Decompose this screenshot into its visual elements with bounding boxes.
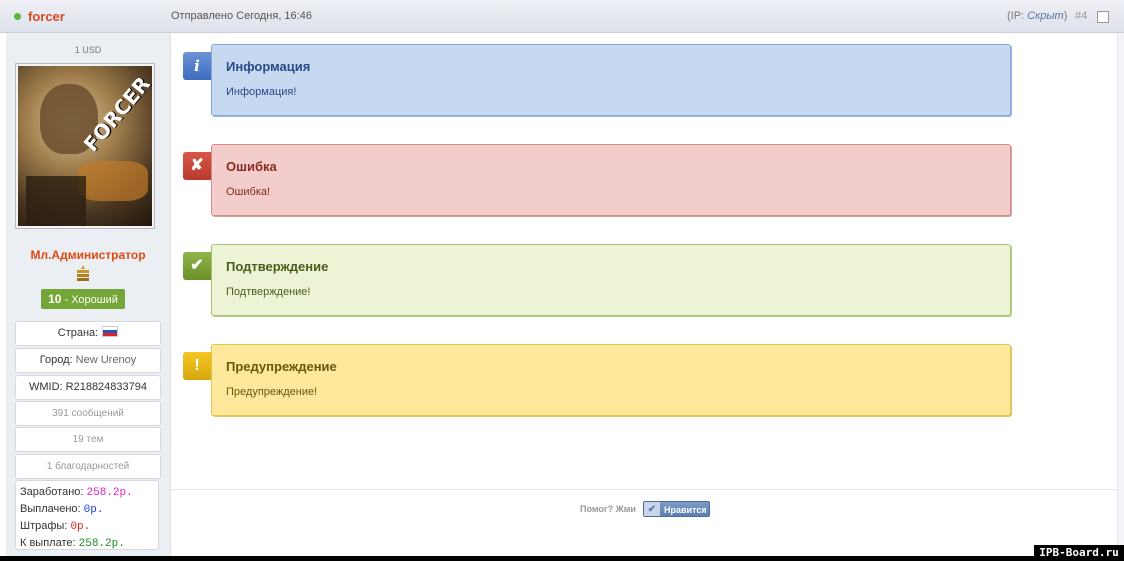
fines-label: Штрафы: bbox=[20, 520, 68, 532]
ip-value: Скрыт bbox=[1027, 10, 1064, 22]
fines-value: 0р. bbox=[70, 521, 91, 533]
info-alert-text: Информация! bbox=[226, 86, 297, 98]
warning-icon: ! bbox=[183, 352, 211, 380]
reputation-label: - Хороший bbox=[61, 294, 118, 306]
avatar-shape bbox=[26, 176, 86, 226]
money-box: Заработано: 258.2р. Выплачено: 0р. Штраф… bbox=[15, 480, 159, 550]
bottom-bar bbox=[0, 556, 1124, 561]
reputation-value: 10 bbox=[48, 292, 62, 306]
warning-alert: Предупреждение Предупреждение! bbox=[211, 344, 1011, 416]
confirmation-alert-title: Подтверждение bbox=[226, 259, 329, 274]
warning-alert-title: Предупреждение bbox=[226, 359, 337, 374]
error-alert: Ошибка Ошибка! bbox=[211, 144, 1011, 216]
city-label: Город: bbox=[39, 354, 73, 366]
info-alert: Информация Информация! bbox=[211, 44, 1011, 116]
like-check-icon: ✔ bbox=[644, 502, 660, 516]
checkmark-icon: ✔ bbox=[183, 252, 211, 280]
ip-suffix: ) bbox=[1063, 10, 1068, 22]
avatar-shape bbox=[78, 161, 148, 201]
author-sidebar: 1 USD FORCER Мл.Администратор 10 - Хорош… bbox=[6, 33, 171, 556]
post-divider bbox=[171, 489, 1117, 490]
ip-prefix: (IP: bbox=[1007, 10, 1028, 22]
post-select-checkbox[interactable] bbox=[1097, 11, 1109, 23]
avatar-image: FORCER bbox=[18, 66, 152, 226]
earned-value: 258.2р. bbox=[86, 487, 133, 499]
confirmation-alert-text: Подтверждение! bbox=[226, 286, 311, 298]
payout-label: К выплате: bbox=[20, 537, 76, 549]
payout-value: 258.2р. bbox=[78, 538, 125, 550]
russia-flag-icon bbox=[102, 326, 119, 337]
info-icon: i bbox=[183, 52, 211, 80]
warning-alert-text: Предупреждение! bbox=[226, 386, 318, 398]
info-alert-title: Информация bbox=[226, 59, 311, 74]
content-right-edge bbox=[1117, 33, 1124, 556]
post-number-link[interactable]: #4 bbox=[1075, 10, 1087, 22]
earned-label: Заработано: bbox=[20, 486, 84, 498]
like-button[interactable]: ✔ Нравится bbox=[643, 501, 710, 517]
country-box: Страна: bbox=[15, 321, 161, 346]
earned-row: Заработано: 258.2р. bbox=[20, 484, 154, 501]
country-label: Страна: bbox=[57, 327, 99, 339]
rank-badge-icon bbox=[77, 265, 89, 281]
payout-row: К выплате: 258.2р. bbox=[20, 535, 154, 552]
author-name-link[interactable]: forcer bbox=[28, 9, 65, 24]
usd-label: 1 USD bbox=[74, 45, 102, 55]
user-rank: Мл.Администратор bbox=[30, 248, 146, 262]
paid-row: Выплачено: 0р. bbox=[20, 501, 154, 518]
thanks-count-box: 1 благодарностей bbox=[15, 454, 161, 479]
paid-label: Выплачено: bbox=[20, 503, 81, 515]
post-date: Отправлено Сегодня, 16:46 bbox=[171, 10, 312, 22]
error-icon: ✘ bbox=[183, 152, 211, 180]
confirmation-alert: Подтверждение Подтверждение! bbox=[211, 244, 1011, 316]
error-alert-text: Ошибка! bbox=[226, 186, 271, 198]
error-alert-title: Ошибка bbox=[226, 159, 277, 174]
wmid-box: WMID: R218824833794 bbox=[15, 375, 161, 400]
helped-label: Помог? Жми bbox=[580, 504, 636, 514]
online-status-icon bbox=[14, 13, 21, 20]
posts-count: 391 сообщений bbox=[52, 408, 124, 419]
city-box: Город: New Urenoy bbox=[15, 348, 161, 373]
topics-count: 19 тем bbox=[72, 434, 104, 445]
city-value: New Urenoy bbox=[75, 354, 137, 366]
post-header: forcer Отправлено Сегодня, 16:46 (IP: Ск… bbox=[0, 0, 1124, 33]
avatar[interactable]: FORCER bbox=[15, 63, 155, 229]
ip-info: (IP: Скрыт) bbox=[1007, 10, 1067, 22]
fines-row: Штрафы: 0р. bbox=[20, 518, 154, 535]
paid-value: 0р. bbox=[83, 504, 104, 516]
watermark: IPB-Board.ru bbox=[1034, 545, 1124, 561]
wmid-value: WMID: R218824833794 bbox=[28, 381, 147, 393]
thanks-count: 1 благодарностей bbox=[46, 461, 130, 472]
posts-count-box: 391 сообщений bbox=[15, 401, 161, 426]
reputation-badge: 10 - Хороший bbox=[41, 289, 125, 309]
like-label: Нравится bbox=[664, 505, 707, 515]
topics-count-box: 19 тем bbox=[15, 427, 161, 452]
